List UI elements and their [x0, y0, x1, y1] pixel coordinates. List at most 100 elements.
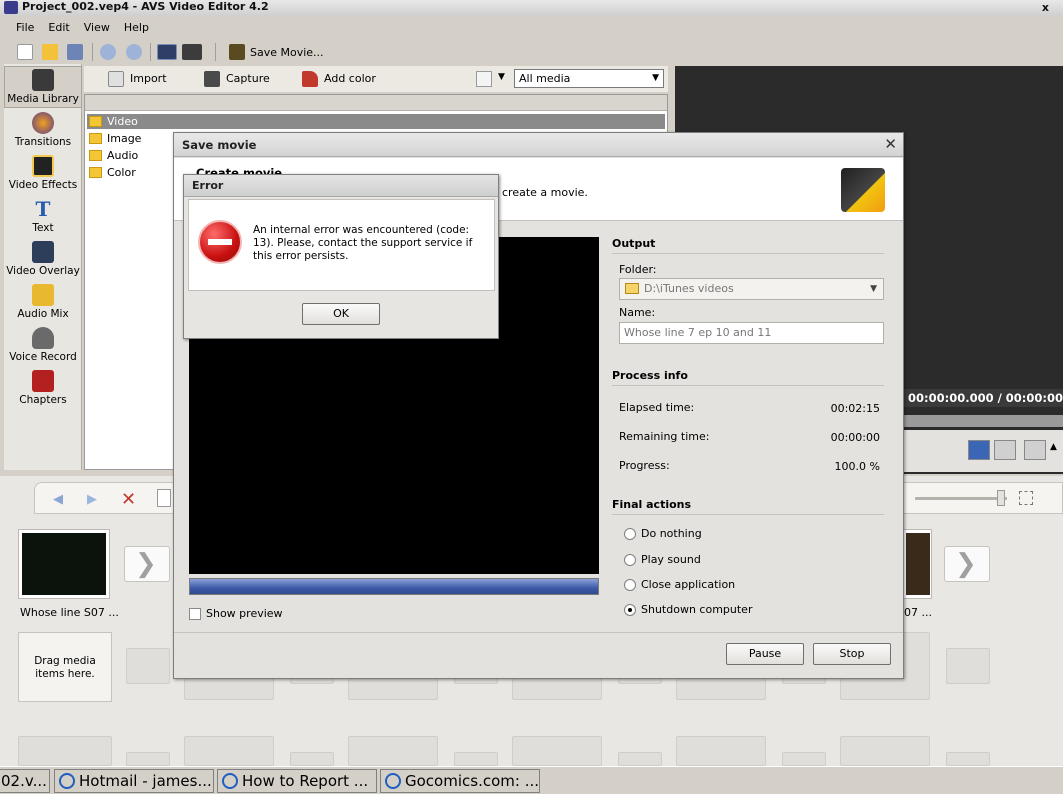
empty-slot [348, 736, 438, 766]
menu-bar: File Edit View Help [0, 19, 149, 36]
open-folder-icon[interactable] [42, 44, 58, 60]
pause-button[interactable]: Pause [726, 643, 804, 665]
transition-slot[interactable]: ❯ [124, 546, 170, 582]
name-field[interactable]: Whose line 7 ep 10 and 11 [619, 322, 884, 344]
tree-item-label: Audio [107, 149, 139, 162]
volume-icon[interactable] [1024, 440, 1046, 460]
empty-slot [840, 736, 930, 766]
sidebar-item-chapters[interactable]: Chapters [4, 370, 82, 406]
zoom-slider[interactable] [915, 497, 1007, 500]
sidebar-item-voice-record[interactable]: Voice Record [4, 327, 82, 363]
view-mode-dropdown-icon[interactable]: ▼ [498, 72, 505, 82]
media-filter-value: All media [519, 72, 571, 85]
empty-slot [454, 752, 498, 766]
chevron-right-icon: ❯ [135, 549, 157, 579]
taskbar-item[interactable]: How to Report ... [217, 769, 377, 793]
empty-slot [18, 736, 112, 766]
undo-icon[interactable] [100, 44, 116, 60]
save-movie-icon [841, 168, 885, 212]
clip-thumbnail[interactable] [18, 529, 110, 599]
browser-icon [59, 773, 75, 789]
radio-shutdown-computer[interactable]: Shutdown computer [624, 603, 752, 617]
folder-select[interactable]: D:\iTunes videos ▼ [619, 278, 884, 300]
divider [612, 385, 884, 386]
clip-thumbnail[interactable] [902, 529, 932, 599]
radio-label: Play sound [641, 553, 701, 566]
app-icon [4, 1, 18, 14]
sidebar-item-transitions[interactable]: Transitions [4, 112, 82, 148]
sidebar: Media Library Transitions Video Effects … [4, 64, 82, 470]
transition-slot[interactable]: ❯ [944, 546, 990, 582]
aspect-4-3-icon[interactable] [157, 44, 177, 60]
radio-play-sound[interactable]: Play sound [624, 553, 701, 567]
paint-bucket-icon [302, 71, 318, 87]
window-close-button[interactable]: x [1042, 1, 1049, 15]
sidebar-item-media-library[interactable]: Media Library [4, 66, 82, 108]
divider [612, 253, 884, 254]
menu-help[interactable]: Help [124, 19, 149, 36]
empty-slot [126, 752, 170, 766]
view-mode-icon[interactable] [476, 71, 492, 87]
player-seekbar[interactable] [904, 415, 1063, 427]
tree-item-label: Color [107, 166, 136, 179]
import-label: Import [130, 72, 167, 85]
volume-dropdown-icon[interactable]: ▲ [1050, 442, 1057, 452]
clip-properties-icon[interactable] [157, 489, 171, 507]
film-library-icon [32, 69, 54, 91]
tree-item-label: Image [107, 132, 142, 145]
menu-edit[interactable]: Edit [48, 19, 69, 36]
save-movie-button[interactable]: Save Movie... [250, 46, 324, 59]
radio-circle [624, 579, 636, 591]
progress-label: Progress: [619, 459, 670, 472]
close-icon[interactable]: ✕ [884, 136, 897, 152]
aspect-16-9-icon[interactable] [182, 44, 202, 60]
tree-item-video[interactable]: Video [87, 114, 665, 129]
import-button[interactable]: Import [108, 71, 167, 87]
add-color-button[interactable]: Add color [302, 71, 376, 87]
zoom-slider-handle[interactable] [997, 490, 1005, 506]
empty-slot [782, 752, 826, 766]
remaining-time-label: Remaining time: [619, 430, 710, 443]
taskbar-item[interactable]: Hotmail - james... [54, 769, 214, 793]
redo-icon[interactable] [126, 44, 142, 60]
delete-icon[interactable]: ✕ [121, 489, 136, 510]
fit-screen-icon[interactable] [1019, 491, 1033, 505]
video-effects-icon [32, 155, 54, 177]
name-label: Name: [619, 306, 656, 319]
sidebar-item-text[interactable]: T Text [4, 198, 82, 234]
show-preview-checkbox[interactable]: Show preview [189, 607, 283, 621]
sidebar-item-video-effects[interactable]: Video Effects [4, 155, 82, 191]
camera-icon[interactable] [994, 440, 1016, 460]
divider [612, 514, 884, 515]
move-right-icon[interactable]: ▶ [87, 492, 97, 507]
media-filter-select[interactable]: All media ▼ [514, 69, 664, 88]
taskbar-item[interactable]: 02.v... [0, 769, 50, 793]
final-actions-header: Final actions [612, 498, 692, 511]
stop-button[interactable]: Stop [813, 643, 891, 665]
menu-file[interactable]: File [16, 19, 34, 36]
move-left-icon[interactable]: ◀ [53, 492, 63, 507]
snapshot-monitor-icon[interactable] [968, 440, 990, 460]
ok-button[interactable]: OK [302, 303, 380, 325]
save-icon[interactable] [67, 44, 83, 60]
toolbar-separator [150, 43, 151, 61]
radio-close-application[interactable]: Close application [624, 578, 735, 592]
menu-view[interactable]: View [84, 19, 110, 36]
error-dialog-body: An internal error was encountered (code:… [188, 199, 495, 291]
radio-do-nothing[interactable]: Do nothing [624, 527, 702, 541]
sidebar-item-label: Chapters [19, 394, 67, 406]
timecode-readout: 00:00:00.000 / 00:00:00.000 [904, 389, 1063, 407]
radio-circle [624, 528, 636, 540]
capture-button[interactable]: Capture [204, 71, 270, 87]
sidebar-item-audio-mix[interactable]: Audio Mix [4, 284, 82, 320]
player-controls: ▲ [904, 430, 1063, 472]
drop-zone[interactable]: Drag media items here. [18, 632, 112, 702]
toolbar-separator [92, 43, 93, 61]
folder-value: D:\iTunes videos [644, 282, 734, 295]
sidebar-item-video-overlay[interactable]: Video Overlay [4, 241, 82, 277]
new-project-icon[interactable] [17, 44, 33, 60]
elapsed-time-value: 00:02:15 [830, 402, 880, 415]
taskbar-item[interactable]: Gocomics.com: ... [380, 769, 540, 793]
microphone-icon [32, 327, 54, 349]
toolbar-separator [215, 43, 216, 61]
